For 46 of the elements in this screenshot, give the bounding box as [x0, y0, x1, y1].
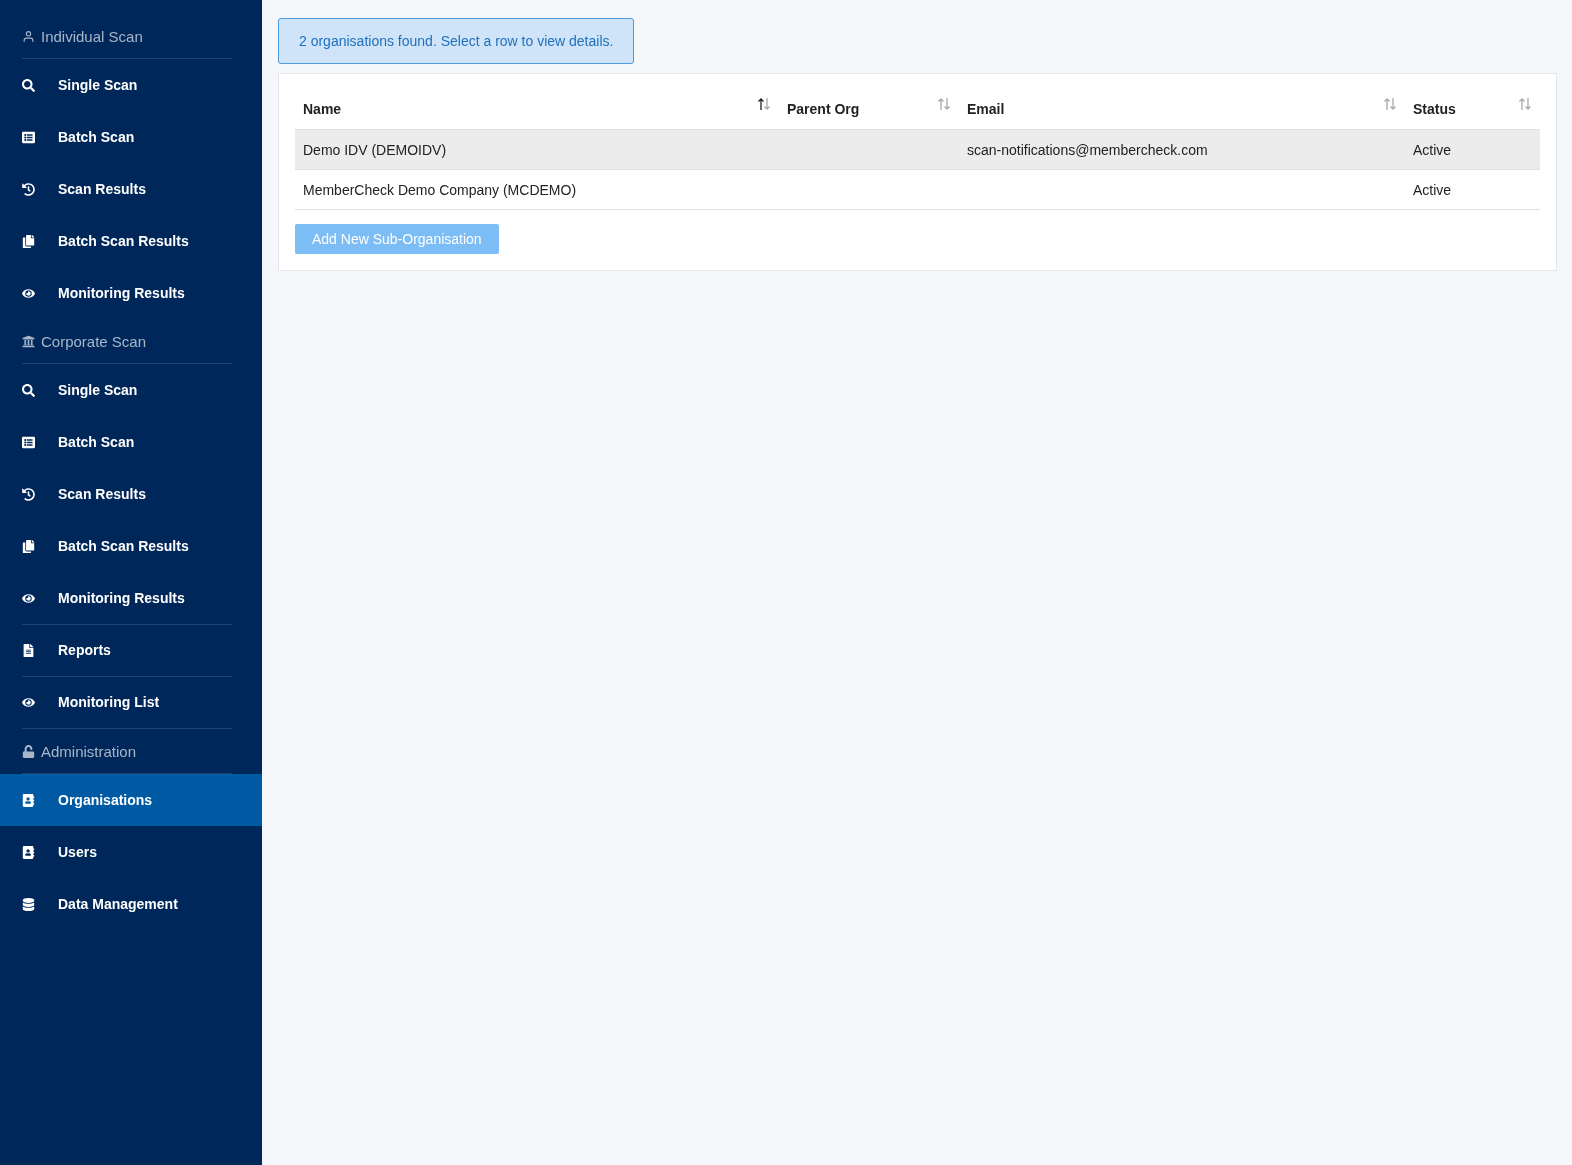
section-heading: Individual Scan — [22, 14, 232, 59]
column-header[interactable]: Name — [295, 90, 779, 130]
user-icon — [22, 29, 35, 43]
document-icon — [22, 643, 35, 657]
history-icon — [22, 487, 35, 501]
database-icon — [22, 897, 35, 911]
list-icon — [22, 130, 35, 144]
nav-item[interactable]: Organisations — [0, 774, 262, 826]
info-alert: 2 organisations found. Select a row to view details. — [278, 18, 635, 64]
table-cell: MemberCheck Demo Company (MCDEMO) — [295, 169, 779, 210]
contact-card-icon — [22, 793, 35, 807]
section-heading: Corporate Scan — [22, 319, 232, 364]
bank-icon — [22, 334, 35, 348]
nav-item[interactable]: Monitoring Results — [0, 267, 262, 319]
nav-item[interactable]: Batch Scan — [0, 111, 262, 163]
nav-item[interactable]: Monitoring List — [0, 676, 262, 728]
table-cell: scan-notifications@membercheck.com — [959, 129, 1405, 170]
nav-item[interactable]: Scan Results — [0, 163, 262, 215]
search-icon — [22, 383, 35, 397]
unlock-icon — [22, 744, 35, 758]
nav-item[interactable]: Monitoring Results — [0, 572, 262, 624]
nav-item[interactable]: Single Scan — [0, 364, 262, 416]
eye-icon — [22, 591, 35, 605]
table-cell: Active — [1405, 169, 1540, 210]
nav-item[interactable]: Batch Scan Results — [0, 520, 262, 572]
table-cell: Active — [1405, 129, 1540, 170]
search-icon — [22, 78, 35, 92]
contact-card-icon — [22, 845, 35, 859]
nav-item[interactable]: Batch Scan Results — [0, 215, 262, 267]
table-cell: Demo IDV (DEMOIDV) — [295, 129, 779, 170]
nav-item[interactable]: Scan Results — [0, 468, 262, 520]
eye-icon — [22, 695, 35, 709]
nav-item[interactable]: Users — [0, 826, 262, 878]
copy-icon — [22, 539, 35, 553]
copy-icon — [22, 234, 35, 248]
nav-item[interactable]: Single Scan — [0, 59, 262, 111]
column-header[interactable]: Email — [959, 90, 1405, 130]
column-header[interactable]: Parent Org — [779, 90, 959, 130]
column-header[interactable]: Status — [1405, 90, 1540, 130]
nav-item[interactable]: Data Management — [0, 878, 262, 930]
nav-item[interactable]: Batch Scan — [0, 416, 262, 468]
nav-item[interactable]: Reports — [0, 624, 262, 676]
sort-icon[interactable] — [757, 97, 771, 111]
eye-icon — [22, 286, 35, 300]
history-icon — [22, 182, 35, 196]
list-icon — [22, 435, 35, 449]
